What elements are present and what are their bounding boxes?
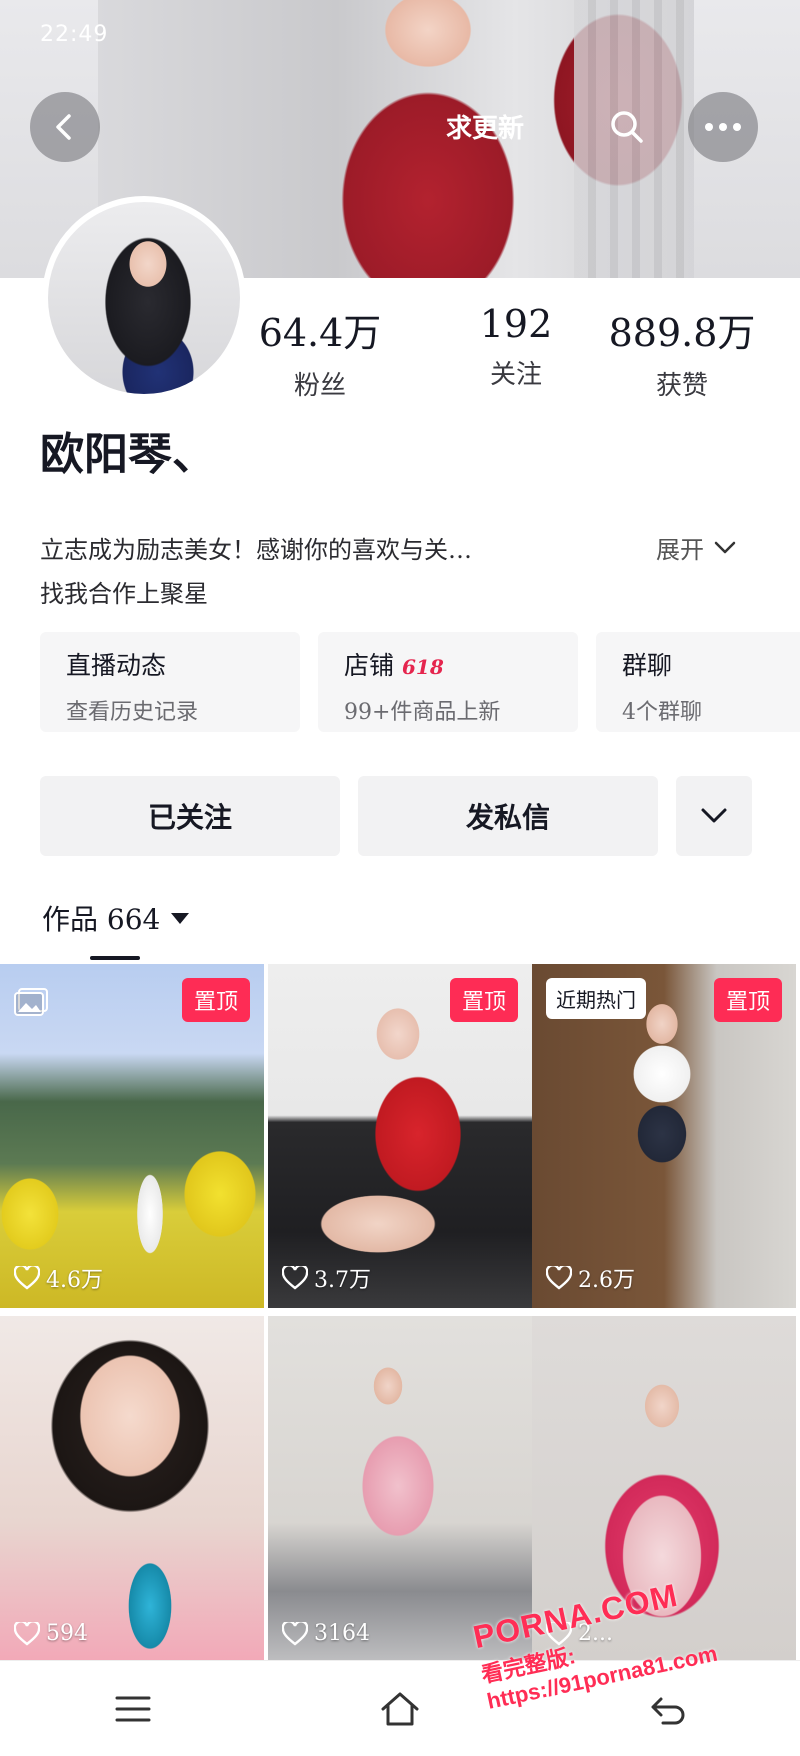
stat-following[interactable]: 192 关注 <box>436 302 596 391</box>
like-count: 4.6万 <box>14 1262 103 1294</box>
heart-icon <box>14 1621 40 1646</box>
menu-icon <box>115 1696 151 1721</box>
like-count: 594 <box>14 1621 88 1646</box>
nav-menu-button[interactable] <box>93 1669 173 1749</box>
video-thumbnail[interactable]: 594 <box>0 1316 264 1660</box>
home-icon <box>381 1692 419 1725</box>
back-button[interactable] <box>30 92 100 162</box>
like-count: 3164 <box>282 1621 370 1646</box>
heart-icon <box>546 1266 572 1290</box>
pinned-badge: 置顶 <box>713 978 782 1022</box>
video-thumbnail[interactable]: 3164 <box>268 1316 532 1660</box>
heart-icon <box>282 1266 308 1290</box>
chevron-down-icon <box>701 808 727 823</box>
stat-followers-value: 64.4万 <box>258 311 382 355</box>
pinned-badge: 置顶 <box>181 978 250 1022</box>
stat-likes[interactable]: 889.8万 获赞 <box>602 302 762 402</box>
group-card-title: 群聊 <box>622 651 673 680</box>
message-button[interactable]: 发私信 <box>358 776 658 856</box>
stat-following-value: 192 <box>479 302 553 346</box>
video-thumbnail[interactable]: 置顶 3.7万 <box>268 964 532 1308</box>
back-arrow-icon <box>651 1697 685 1724</box>
bio-expand-button[interactable]: 展开 <box>656 530 736 565</box>
like-count-value: 3164 <box>314 1621 370 1646</box>
bio-expand-label: 展开 <box>656 536 704 564</box>
shop-card-title-row: 店铺 618 <box>344 646 552 682</box>
like-count-value: 3.7万 <box>314 1268 371 1293</box>
shop-card-title: 店铺 <box>344 651 395 680</box>
like-count: 3.7万 <box>282 1262 371 1294</box>
tab-works-label: 作品 664 <box>42 903 161 936</box>
bio-line-2: 找我合作上聚星 <box>40 580 208 608</box>
heart-icon <box>282 1621 308 1646</box>
stat-likes-value: 889.8万 <box>608 311 756 355</box>
live-history-card[interactable]: 直播动态 查看历史记录 <box>40 632 300 732</box>
search-icon <box>611 111 643 143</box>
recent-hot-badge: 近期热门 <box>546 978 646 1019</box>
image-post-icon <box>14 988 48 1016</box>
like-count-value: 4.6万 <box>46 1268 103 1293</box>
video-thumbnail[interactable]: 置顶 4.6万 <box>0 964 264 1308</box>
like-count: 2.6万 <box>546 1262 635 1294</box>
like-count-value: 594 <box>46 1621 88 1646</box>
heart-icon <box>14 1266 40 1290</box>
followed-button[interactable]: 已关注 <box>40 776 340 856</box>
tab-works[interactable]: 作品 664 <box>42 898 190 938</box>
request-update-button[interactable]: 求更新 <box>446 108 524 145</box>
chevron-down-icon <box>714 541 736 553</box>
nav-home-button[interactable] <box>360 1669 440 1749</box>
group-card-subtitle: 4个群聊 <box>622 700 702 725</box>
recommend-dropdown-button[interactable] <box>676 776 752 856</box>
live-card-subtitle: 查看历史记录 <box>66 700 199 725</box>
tab-underline <box>90 956 140 960</box>
group-chat-card[interactable]: 群聊 4个群聊 <box>596 632 800 732</box>
shop-card-subtitle: 99+件商品上新 <box>344 700 501 725</box>
promo-badge: 618 <box>402 655 444 679</box>
stat-following-label: 关注 <box>489 360 542 390</box>
avatar[interactable] <box>42 196 246 400</box>
video-thumbnail[interactable]: 近期热门 置顶 2.6万 <box>532 964 796 1308</box>
status-time: 22:49 <box>40 22 109 47</box>
bio-text: 立志成为励志美女！感谢你的喜欢与关… <box>40 536 472 564</box>
chevron-left-icon <box>56 114 71 140</box>
stat-followers-label: 粉丝 <box>293 371 346 401</box>
stat-followers[interactable]: 64.4万 粉丝 <box>240 302 400 402</box>
pinned-badge: 置顶 <box>449 978 518 1022</box>
username: 欧阳琴、 <box>40 429 216 480</box>
like-count-value: 2.6万 <box>578 1268 635 1293</box>
caret-down-icon <box>171 913 190 924</box>
shop-card[interactable]: 店铺 618 99+件商品上新 <box>318 632 578 732</box>
works-grid: 置顶 4.6万 置顶 3.7万 近期热门 置顶 2.6万 594 3164 2.… <box>0 964 800 1660</box>
more-button[interactable] <box>688 92 758 162</box>
search-button[interactable] <box>592 92 662 162</box>
live-card-title: 直播动态 <box>66 651 167 680</box>
stat-likes-label: 获赞 <box>655 371 708 401</box>
more-dots-icon <box>705 123 741 131</box>
